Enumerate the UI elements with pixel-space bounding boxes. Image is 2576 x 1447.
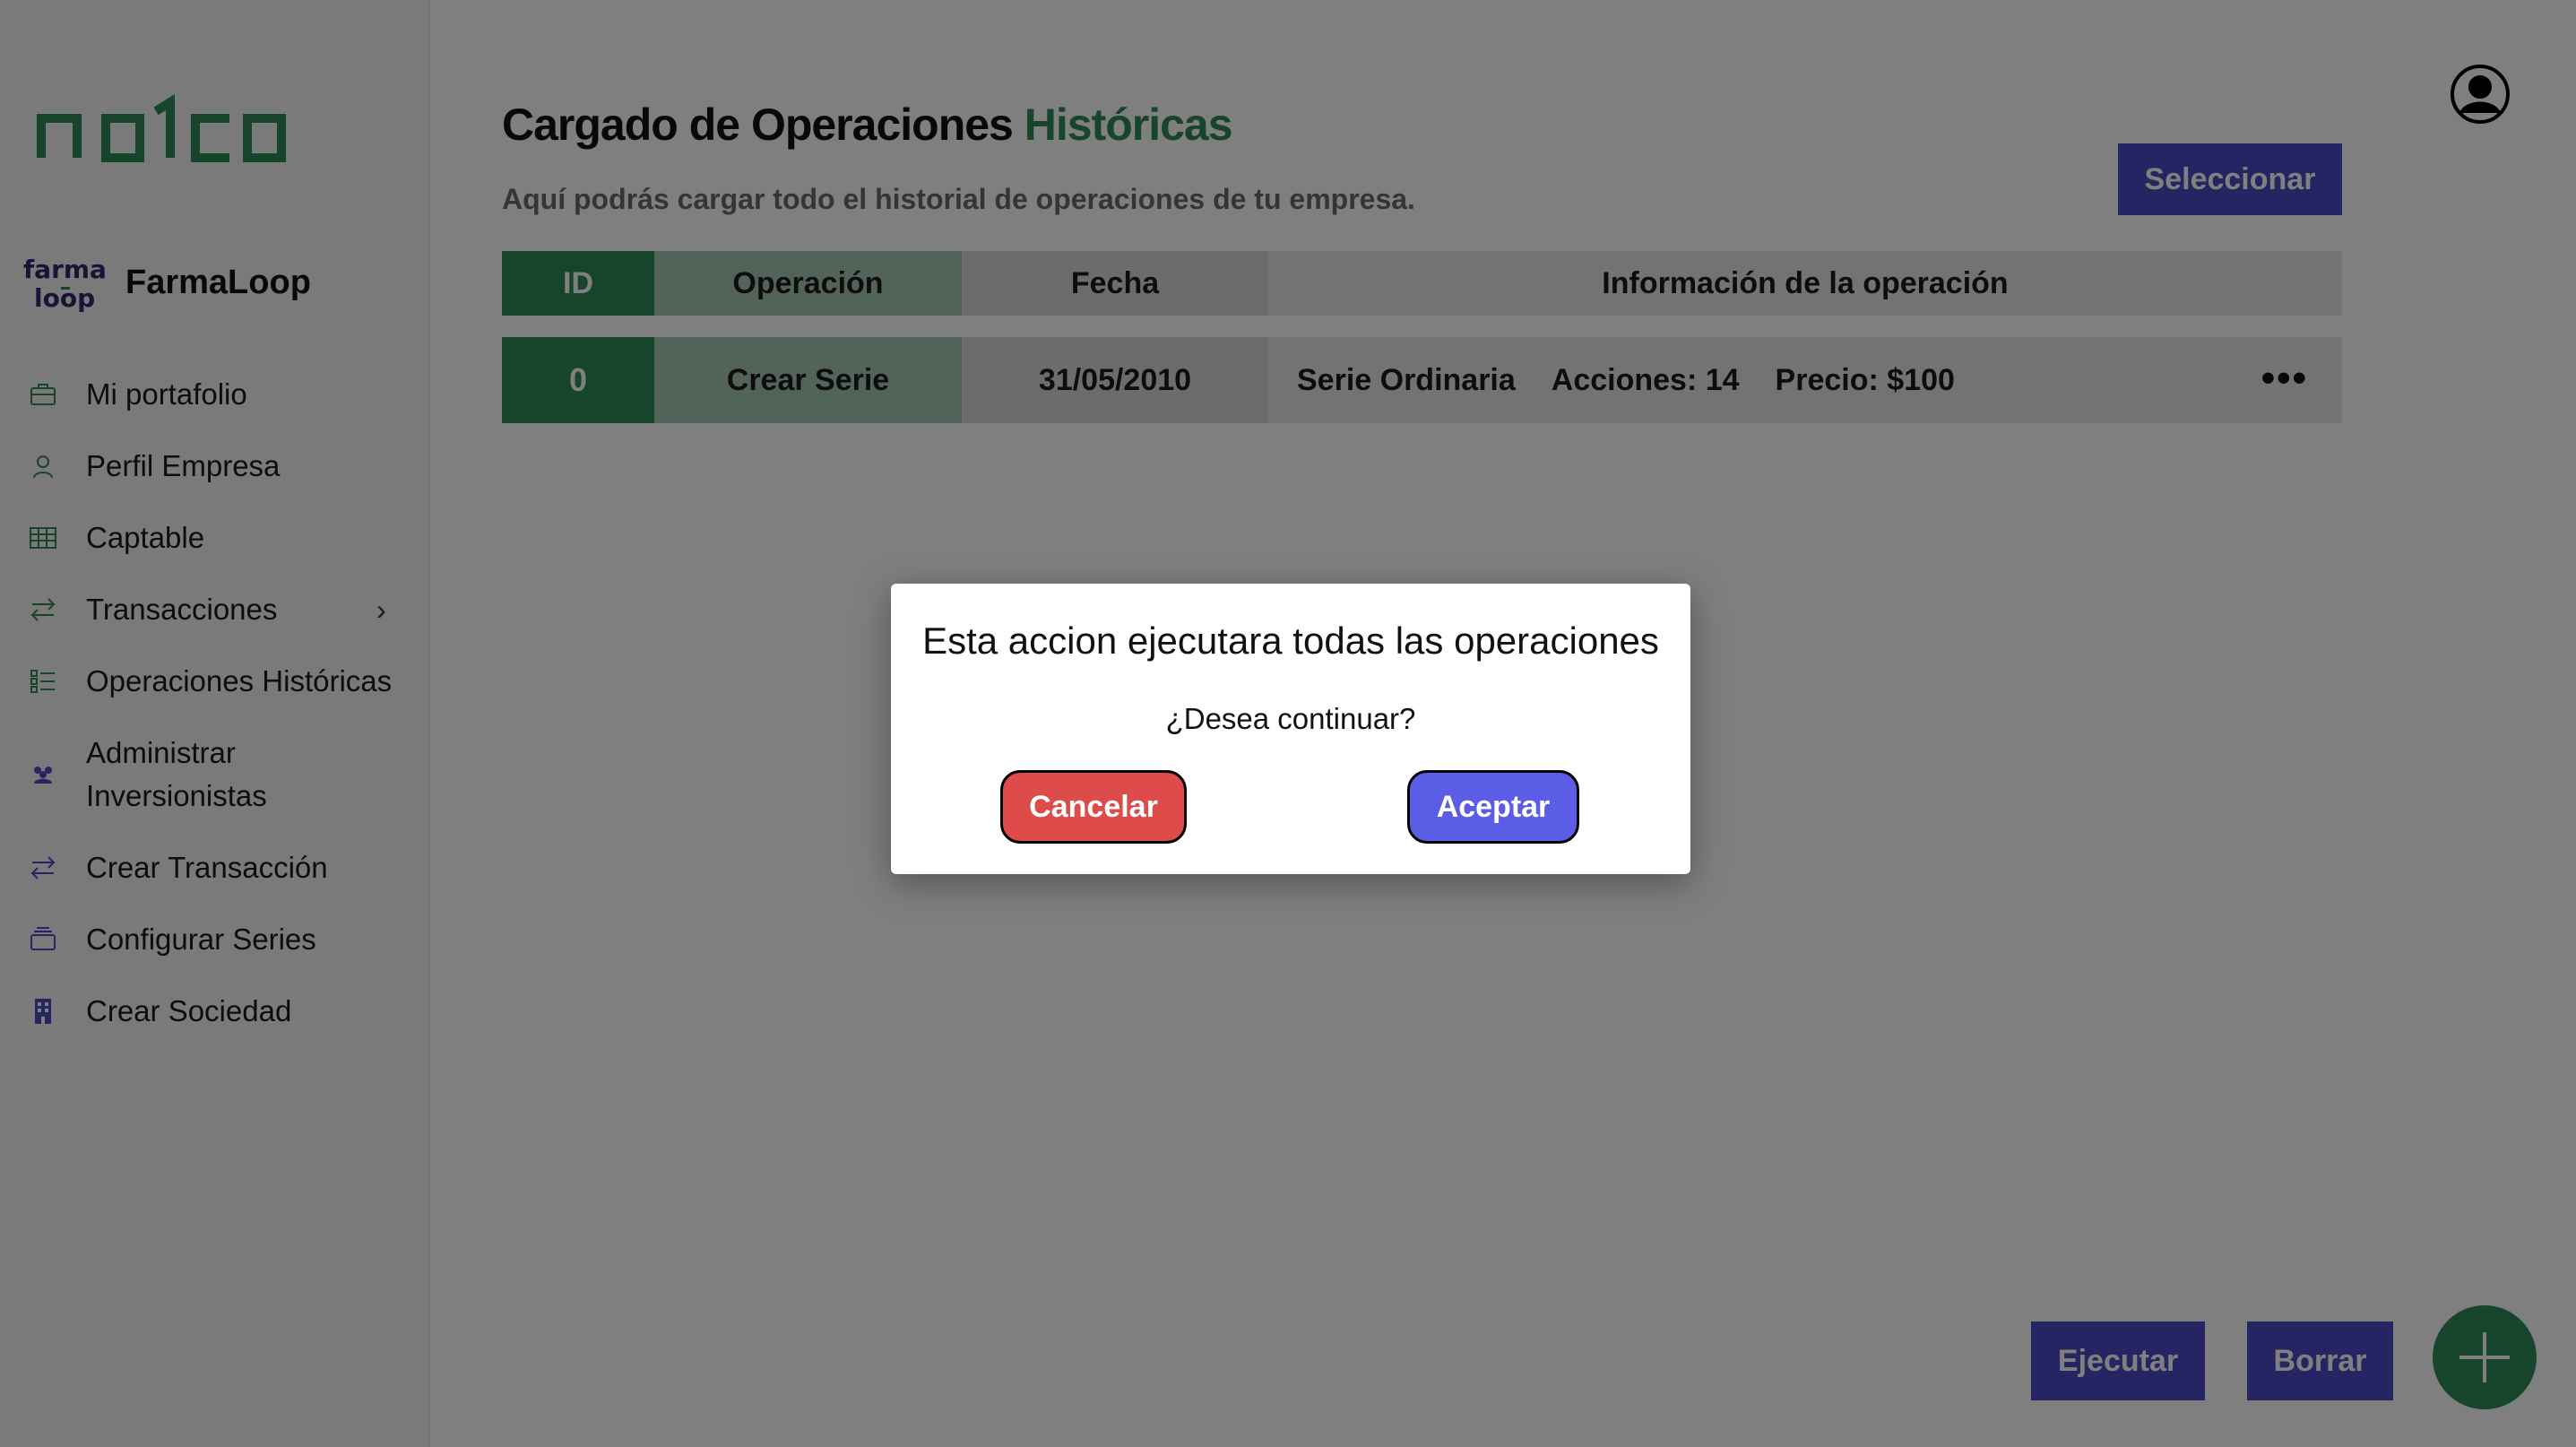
dialog-title: Esta accion ejecutara todas las operacio… — [922, 620, 1659, 662]
cancel-button[interactable]: Cancelar — [1000, 770, 1187, 844]
accept-button[interactable]: Aceptar — [1407, 770, 1579, 844]
confirm-dialog: Esta accion ejecutara todas las operacio… — [891, 584, 1690, 874]
dialog-message: ¿Desea continuar? — [1165, 702, 1416, 735]
